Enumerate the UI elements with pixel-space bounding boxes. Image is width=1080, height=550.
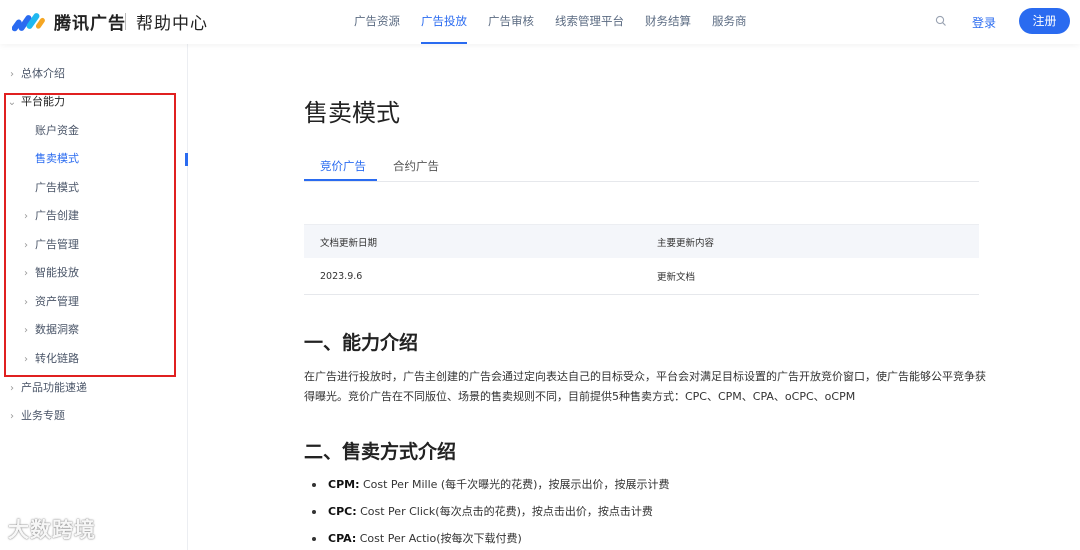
chevron-right-icon: › — [10, 383, 14, 394]
sidebar-item-label: 广告创建 — [35, 209, 79, 222]
chevron-right-icon: › — [24, 297, 28, 308]
sidebar-item-overview[interactable]: › 总体介绍 — [6, 64, 65, 84]
update-log-table: 文档更新日期 主要更新内容 2023.9.6 更新文档 — [304, 224, 979, 295]
section-heading-sales-methods: 二、售卖方式介绍 — [304, 441, 457, 463]
section-heading-capability: 一、能力介绍 — [304, 332, 419, 354]
list-item-text: Cost Per Mille (每千次曝光的花费)，按展示出价，按展示计费 — [359, 478, 670, 491]
sidebar-scroll-indicator[interactable] — [185, 153, 188, 166]
sidebar: › 总体介绍 ⌄ 平台能力 账户资金 售卖模式 广告模式 › 广告创建 › 广告管理 ›… — [0, 44, 188, 550]
nav-item-ad-resources[interactable]: 广告资源 — [354, 0, 400, 44]
table-row: 2023.9.6 更新文档 — [304, 258, 979, 295]
chevron-right-icon: › — [10, 411, 14, 422]
sidebar-item-label: 智能投放 — [35, 266, 79, 279]
sidebar-item-smart-delivery[interactable]: › 智能投放 — [20, 263, 79, 283]
sidebar-item-label: 数据洞察 — [35, 323, 79, 336]
sidebar-item-business-topics[interactable]: › 业务专题 — [6, 406, 65, 426]
sidebar-item-label: 账户资金 — [35, 124, 79, 137]
tencent-ads-logo-icon[interactable] — [12, 11, 46, 33]
sidebar-item-label: 转化链路 — [35, 352, 79, 365]
table-cell-content: 更新文档 — [657, 272, 696, 283]
column-header-date: 文档更新日期 — [320, 237, 378, 249]
list-item: CPC: Cost Per Click(每次点击的花费)，按点击出价，按点击计费 — [312, 502, 669, 529]
chevron-right-icon: › — [24, 211, 28, 222]
sidebar-item-label: 总体介绍 — [21, 67, 65, 80]
nav-item-ad-review[interactable]: 广告审核 — [488, 0, 534, 44]
sidebar-item-sales-model[interactable]: 售卖模式 — [35, 149, 79, 169]
search-icon[interactable] — [935, 15, 947, 27]
section-paragraph-capability: 在广告进行投放时，广告主创建的广告会通过定向表达自己的目标受众，平台会对满足目标… — [304, 370, 986, 403]
main-nav: 广告资源 广告投放 广告审核 线索管理平台 财务结算 服务商 — [354, 0, 768, 44]
sidebar-item-ad-creation[interactable]: › 广告创建 — [20, 206, 79, 226]
sidebar-item-label: 平台能力 — [21, 95, 65, 108]
list-item-text: Cost Per Click(每次点击的花费)，按点击出价，按点击计费 — [356, 505, 653, 518]
nav-item-leads-platform[interactable]: 线索管理平台 — [555, 0, 624, 44]
brand-name[interactable]: 腾讯广告 — [54, 9, 126, 34]
sidebar-item-conversion-link[interactable]: › 转化链路 — [20, 349, 79, 369]
watermark-text: 大数跨境 — [8, 518, 96, 542]
content-tabs: 竞价广告 合约广告 — [304, 152, 979, 182]
list-item-text: Cost Per Actio(按每次下载付费) — [356, 532, 522, 545]
sales-methods-list: CPM: Cost Per Mille (每千次曝光的花费)，按展示出价，按展示… — [312, 475, 669, 550]
sidebar-item-ad-model[interactable]: 广告模式 — [35, 178, 79, 198]
table-cell-date: 2023.9.6 — [320, 270, 363, 282]
watermark: 大数跨境 — [8, 514, 96, 544]
nav-item-finance[interactable]: 财务结算 — [645, 0, 691, 44]
list-item-term: CPM: — [328, 478, 360, 491]
chevron-right-icon: › — [24, 240, 28, 251]
sidebar-item-account-funds[interactable]: 账户资金 — [35, 121, 79, 141]
top-header: 腾讯广告 帮助中心 广告资源 广告投放 广告审核 线索管理平台 财务结算 服务商… — [0, 0, 1080, 44]
page-title: 售卖模式 — [304, 99, 400, 127]
sidebar-item-label: 广告管理 — [35, 238, 79, 251]
brand-divider — [125, 13, 126, 30]
column-header-content: 主要更新内容 — [657, 237, 715, 249]
help-center-title[interactable]: 帮助中心 — [136, 9, 208, 34]
sidebar-item-label: 产品功能速递 — [21, 381, 87, 394]
chevron-down-icon: ⌄ — [7, 97, 17, 108]
nav-item-service-providers[interactable]: 服务商 — [712, 0, 747, 44]
nav-item-ad-delivery[interactable]: 广告投放 — [421, 0, 467, 44]
sidebar-item-label: 售卖模式 — [35, 152, 79, 165]
list-item-term: CPA: — [328, 532, 357, 545]
chevron-right-icon: › — [10, 69, 14, 80]
sidebar-item-platform-capability[interactable]: ⌄ 平台能力 — [6, 92, 65, 112]
chevron-right-icon: › — [24, 325, 28, 336]
active-tab-underline — [304, 179, 377, 181]
chevron-right-icon: › — [24, 268, 28, 279]
chevron-right-icon: › — [24, 354, 28, 365]
tab-contract-ads[interactable]: 合约广告 — [393, 158, 439, 182]
sidebar-item-label: 业务专题 — [21, 409, 65, 422]
sidebar-item-data-insights[interactable]: › 数据洞察 — [20, 320, 79, 340]
sidebar-item-asset-management[interactable]: › 资产管理 — [20, 292, 79, 312]
list-item: CPA: Cost Per Actio(按每次下载付费) — [312, 529, 669, 550]
sidebar-item-label: 资产管理 — [35, 295, 79, 308]
list-item-term: CPC: — [328, 505, 357, 518]
table-header: 文档更新日期 主要更新内容 — [304, 224, 979, 258]
login-link[interactable]: 登录 — [972, 14, 996, 31]
register-button[interactable]: 注册 — [1019, 8, 1070, 34]
list-item: CPM: Cost Per Mille (每千次曝光的花费)，按展示出价，按展示… — [312, 475, 669, 502]
sidebar-item-label: 广告模式 — [35, 181, 79, 194]
sidebar-item-product-updates[interactable]: › 产品功能速递 — [6, 378, 87, 398]
sidebar-item-ad-management[interactable]: › 广告管理 — [20, 235, 79, 255]
